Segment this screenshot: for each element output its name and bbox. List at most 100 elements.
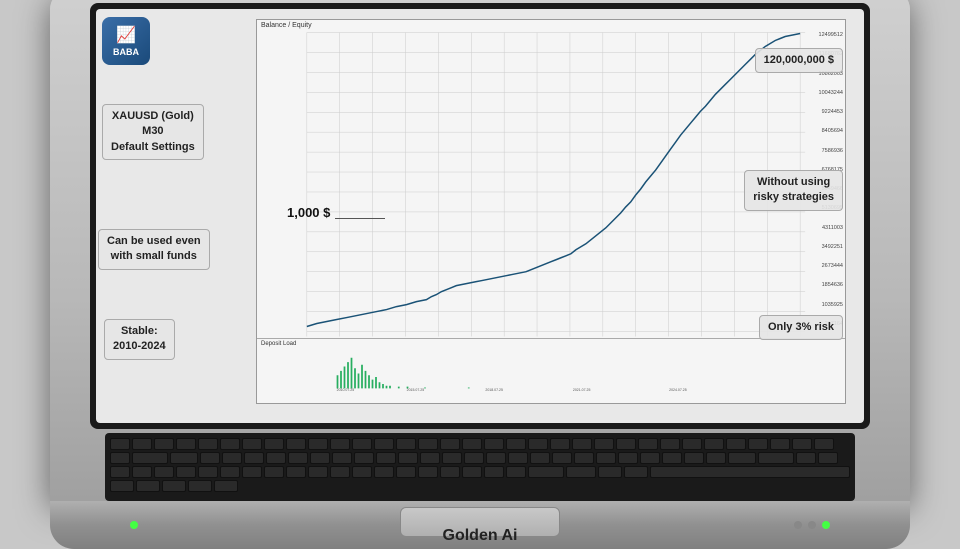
- key[interactable]: [310, 452, 330, 464]
- key[interactable]: [792, 438, 812, 450]
- key[interactable]: [132, 438, 152, 450]
- key[interactable]: [616, 438, 636, 450]
- key[interactable]: [660, 438, 680, 450]
- key[interactable]: [352, 466, 372, 478]
- key[interactable]: [374, 438, 394, 450]
- key[interactable]: [484, 466, 504, 478]
- key[interactable]: [176, 466, 196, 478]
- key[interactable]: [418, 466, 438, 478]
- key[interactable]: [758, 452, 794, 464]
- key[interactable]: [598, 466, 622, 478]
- key[interactable]: [264, 466, 284, 478]
- key[interactable]: [398, 452, 418, 464]
- key[interactable]: [286, 438, 306, 450]
- key[interactable]: [288, 452, 308, 464]
- key[interactable]: [176, 438, 196, 450]
- key[interactable]: [110, 452, 130, 464]
- key[interactable]: [396, 466, 416, 478]
- indicator-green-right: [822, 521, 830, 529]
- key[interactable]: [220, 438, 240, 450]
- key[interactable]: [706, 452, 726, 464]
- key[interactable]: [662, 452, 682, 464]
- key[interactable]: [170, 452, 198, 464]
- key[interactable]: [728, 452, 756, 464]
- key[interactable]: [214, 480, 238, 492]
- key[interactable]: [704, 438, 724, 450]
- key[interactable]: [132, 466, 152, 478]
- indicator-green-left: [130, 521, 138, 529]
- key[interactable]: [354, 452, 374, 464]
- key[interactable]: [198, 438, 218, 450]
- key[interactable]: [638, 438, 658, 450]
- key[interactable]: [308, 438, 328, 450]
- key[interactable]: [330, 438, 350, 450]
- key[interactable]: [222, 452, 242, 464]
- key[interactable]: [374, 466, 394, 478]
- key[interactable]: [594, 438, 614, 450]
- key[interactable]: [442, 452, 462, 464]
- key[interactable]: [440, 438, 460, 450]
- key[interactable]: [420, 452, 440, 464]
- key[interactable]: [596, 452, 616, 464]
- key[interactable]: [566, 466, 596, 478]
- key[interactable]: [464, 452, 484, 464]
- key[interactable]: [462, 466, 482, 478]
- key[interactable]: [286, 466, 306, 478]
- bottom-label: Golden Ai: [443, 527, 518, 545]
- key[interactable]: [462, 438, 482, 450]
- key[interactable]: [418, 438, 438, 450]
- key[interactable]: [618, 452, 638, 464]
- key[interactable]: [574, 452, 594, 464]
- key[interactable]: [352, 438, 372, 450]
- key[interactable]: [440, 466, 460, 478]
- key[interactable]: [136, 480, 160, 492]
- key[interactable]: [188, 480, 212, 492]
- key[interactable]: [132, 452, 168, 464]
- key[interactable]: [508, 452, 528, 464]
- key[interactable]: [330, 466, 350, 478]
- key[interactable]: [162, 480, 186, 492]
- key[interactable]: [396, 438, 416, 450]
- key[interactable]: [110, 466, 130, 478]
- key[interactable]: [110, 438, 130, 450]
- key[interactable]: [726, 438, 746, 450]
- key[interactable]: [814, 438, 834, 450]
- key[interactable]: [198, 466, 218, 478]
- key[interactable]: [242, 466, 262, 478]
- key[interactable]: [528, 438, 548, 450]
- key[interactable]: [308, 466, 328, 478]
- key[interactable]: [770, 438, 790, 450]
- key[interactable]: [154, 466, 174, 478]
- key[interactable]: [484, 438, 504, 450]
- key[interactable]: [506, 438, 526, 450]
- key[interactable]: [376, 452, 396, 464]
- mini-chart-title: Deposit Load: [257, 339, 845, 349]
- key[interactable]: [154, 438, 174, 450]
- key[interactable]: [528, 466, 564, 478]
- key[interactable]: [242, 438, 262, 450]
- key[interactable]: [818, 452, 838, 464]
- key[interactable]: [110, 480, 134, 492]
- key[interactable]: [624, 466, 648, 478]
- key[interactable]: [220, 466, 240, 478]
- key[interactable]: [682, 438, 702, 450]
- key[interactable]: [266, 452, 286, 464]
- spacebar-key[interactable]: [650, 466, 850, 478]
- y-label: 8405694: [822, 128, 843, 134]
- key[interactable]: [550, 438, 570, 450]
- key[interactable]: [552, 452, 572, 464]
- key[interactable]: [640, 452, 660, 464]
- key[interactable]: [332, 452, 352, 464]
- key[interactable]: [684, 452, 704, 464]
- risk-percent-label: Only 3% risk: [759, 315, 843, 340]
- key[interactable]: [264, 438, 284, 450]
- key[interactable]: [572, 438, 592, 450]
- key[interactable]: [796, 452, 816, 464]
- key[interactable]: [486, 452, 506, 464]
- laptop-screen-outer: 📈 BABA XAUUSD (Gold) M30 Default Setting…: [50, 0, 910, 501]
- key[interactable]: [530, 452, 550, 464]
- key[interactable]: [748, 438, 768, 450]
- key[interactable]: [200, 452, 220, 464]
- key[interactable]: [506, 466, 526, 478]
- key[interactable]: [244, 452, 264, 464]
